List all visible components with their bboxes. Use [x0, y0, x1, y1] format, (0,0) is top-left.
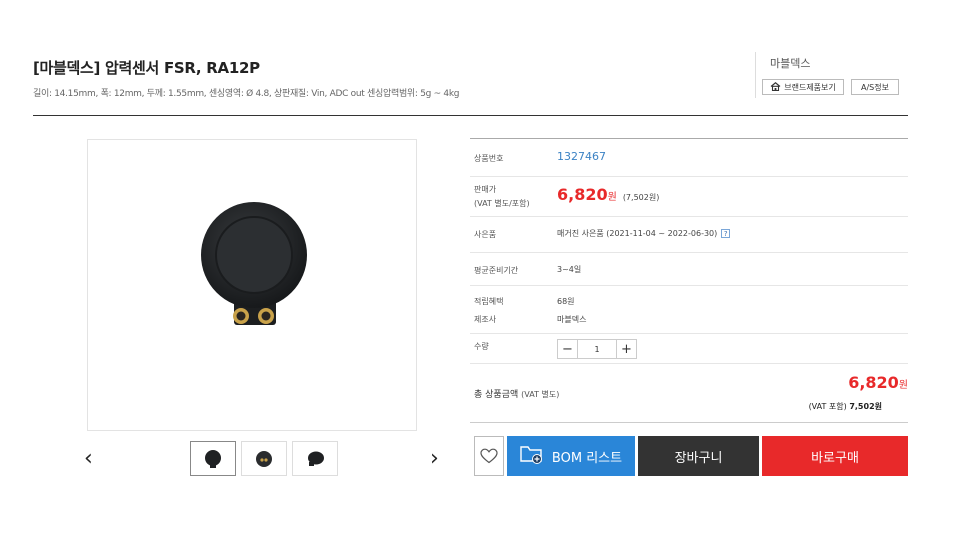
price-value: 6,820	[557, 185, 608, 204]
price-label: 판매가	[474, 185, 497, 194]
maker-value: 마블덱스	[557, 315, 587, 324]
total-label-group: 총 상품금액 (VAT 별도)	[474, 387, 559, 400]
total-price-value: 6,820	[848, 373, 899, 392]
total-vat-group: (VAT 포함) 7,502원	[809, 401, 882, 412]
bom-list-button[interactable]: BOM 리스트	[507, 436, 635, 476]
brand-products-button[interactable]: 브랜드제품보기	[762, 79, 844, 95]
total-vat-value: 7,502원	[849, 402, 882, 411]
add-to-cart-label: 장바구니	[674, 450, 723, 466]
points-maker-row: 적립혜택 68원 제조사 마블덱스	[470, 286, 908, 334]
quantity-label: 수량	[474, 342, 489, 351]
buy-now-label: 바로구매	[811, 450, 859, 466]
total-price-group: 6,820원	[848, 373, 908, 392]
total-label-note: (VAT 별도)	[521, 390, 560, 399]
price-row: 판매가 (VAT 별도/포함) 6,820원 (7,502원)	[470, 177, 908, 217]
quantity-increase-button[interactable]: +	[616, 339, 637, 359]
gift-label: 사은품	[474, 230, 497, 239]
thumbnail-image	[308, 451, 324, 466]
gallery-thumbnail[interactable]	[241, 441, 287, 476]
add-to-cart-button[interactable]: 장바구니	[638, 436, 759, 476]
product-specs: 길이: 14.15mm, 폭: 12mm, 두께: 1.55mm, 센싱영역: …	[33, 89, 460, 99]
price-vat-value: (7,502원)	[622, 193, 660, 202]
price-unit: 원	[607, 192, 617, 203]
maker-label: 제조사	[474, 315, 497, 324]
brand-name: 마블덱스	[770, 57, 811, 70]
quantity-decrease-button[interactable]: −	[557, 339, 578, 359]
thumbnail-image	[205, 449, 221, 468]
buy-now-button[interactable]: 바로구매	[762, 436, 908, 476]
gallery-thumbnail[interactable]	[292, 441, 338, 476]
help-icon[interactable]: ?	[721, 229, 731, 238]
gallery-prev-arrow[interactable]: ‹	[84, 448, 93, 470]
total-price-unit: 원	[898, 380, 908, 391]
gallery-thumbnail[interactable]	[190, 441, 236, 476]
brand-products-label: 브랜드제품보기	[784, 82, 836, 92]
points-value: 68원	[557, 297, 575, 306]
gift-value-group: 매거진 사은품 (2021-11-04 ~ 2022-06-30)?	[557, 228, 731, 239]
quantity-input[interactable]	[578, 339, 616, 359]
as-info-label: A/S정보	[861, 82, 889, 92]
thumbnail-image	[256, 450, 272, 467]
quantity-row: 수량	[470, 334, 908, 364]
gallery-next-arrow[interactable]: ›	[430, 448, 439, 470]
bom-list-label: BOM 리스트	[551, 450, 623, 466]
as-info-button[interactable]: A/S정보	[851, 79, 899, 95]
price-label-vat: (VAT 별도/포함)	[474, 199, 530, 208]
total-rule	[470, 422, 908, 423]
home-icon	[770, 81, 781, 93]
product-title: [마블덱스] 압력센서 FSR, RA12P	[33, 59, 260, 77]
price-group: 6,820원 (7,502원)	[557, 185, 659, 204]
total-label: 총 상품금액	[474, 390, 519, 400]
folder-plus-icon	[520, 444, 544, 468]
wishlist-button[interactable]	[474, 436, 504, 476]
lead-time-row: 평균준비기간 3~4일	[470, 253, 908, 286]
gift-value: 매거진 사은품 (2021-11-04 ~ 2022-06-30)	[557, 229, 718, 238]
product-main-image	[87, 139, 417, 431]
gift-row: 사은품 매거진 사은품 (2021-11-04 ~ 2022-06-30)?	[470, 217, 908, 253]
fsr-sensor-image	[201, 202, 307, 325]
header-rule	[33, 115, 908, 116]
heart-icon	[480, 448, 498, 464]
header-divider	[755, 52, 756, 98]
total-vat-label: (VAT 포함)	[808, 402, 847, 411]
lead-time-value: 3~4일	[557, 265, 582, 274]
product-number-label: 상품번호	[474, 154, 504, 163]
product-number-row: 상품번호 1327467	[470, 139, 908, 177]
quantity-stepper: − +	[557, 339, 637, 359]
product-number-value[interactable]: 1327467	[557, 150, 606, 163]
lead-time-label: 평균준비기간	[474, 266, 519, 275]
points-label: 적립혜택	[474, 297, 504, 306]
